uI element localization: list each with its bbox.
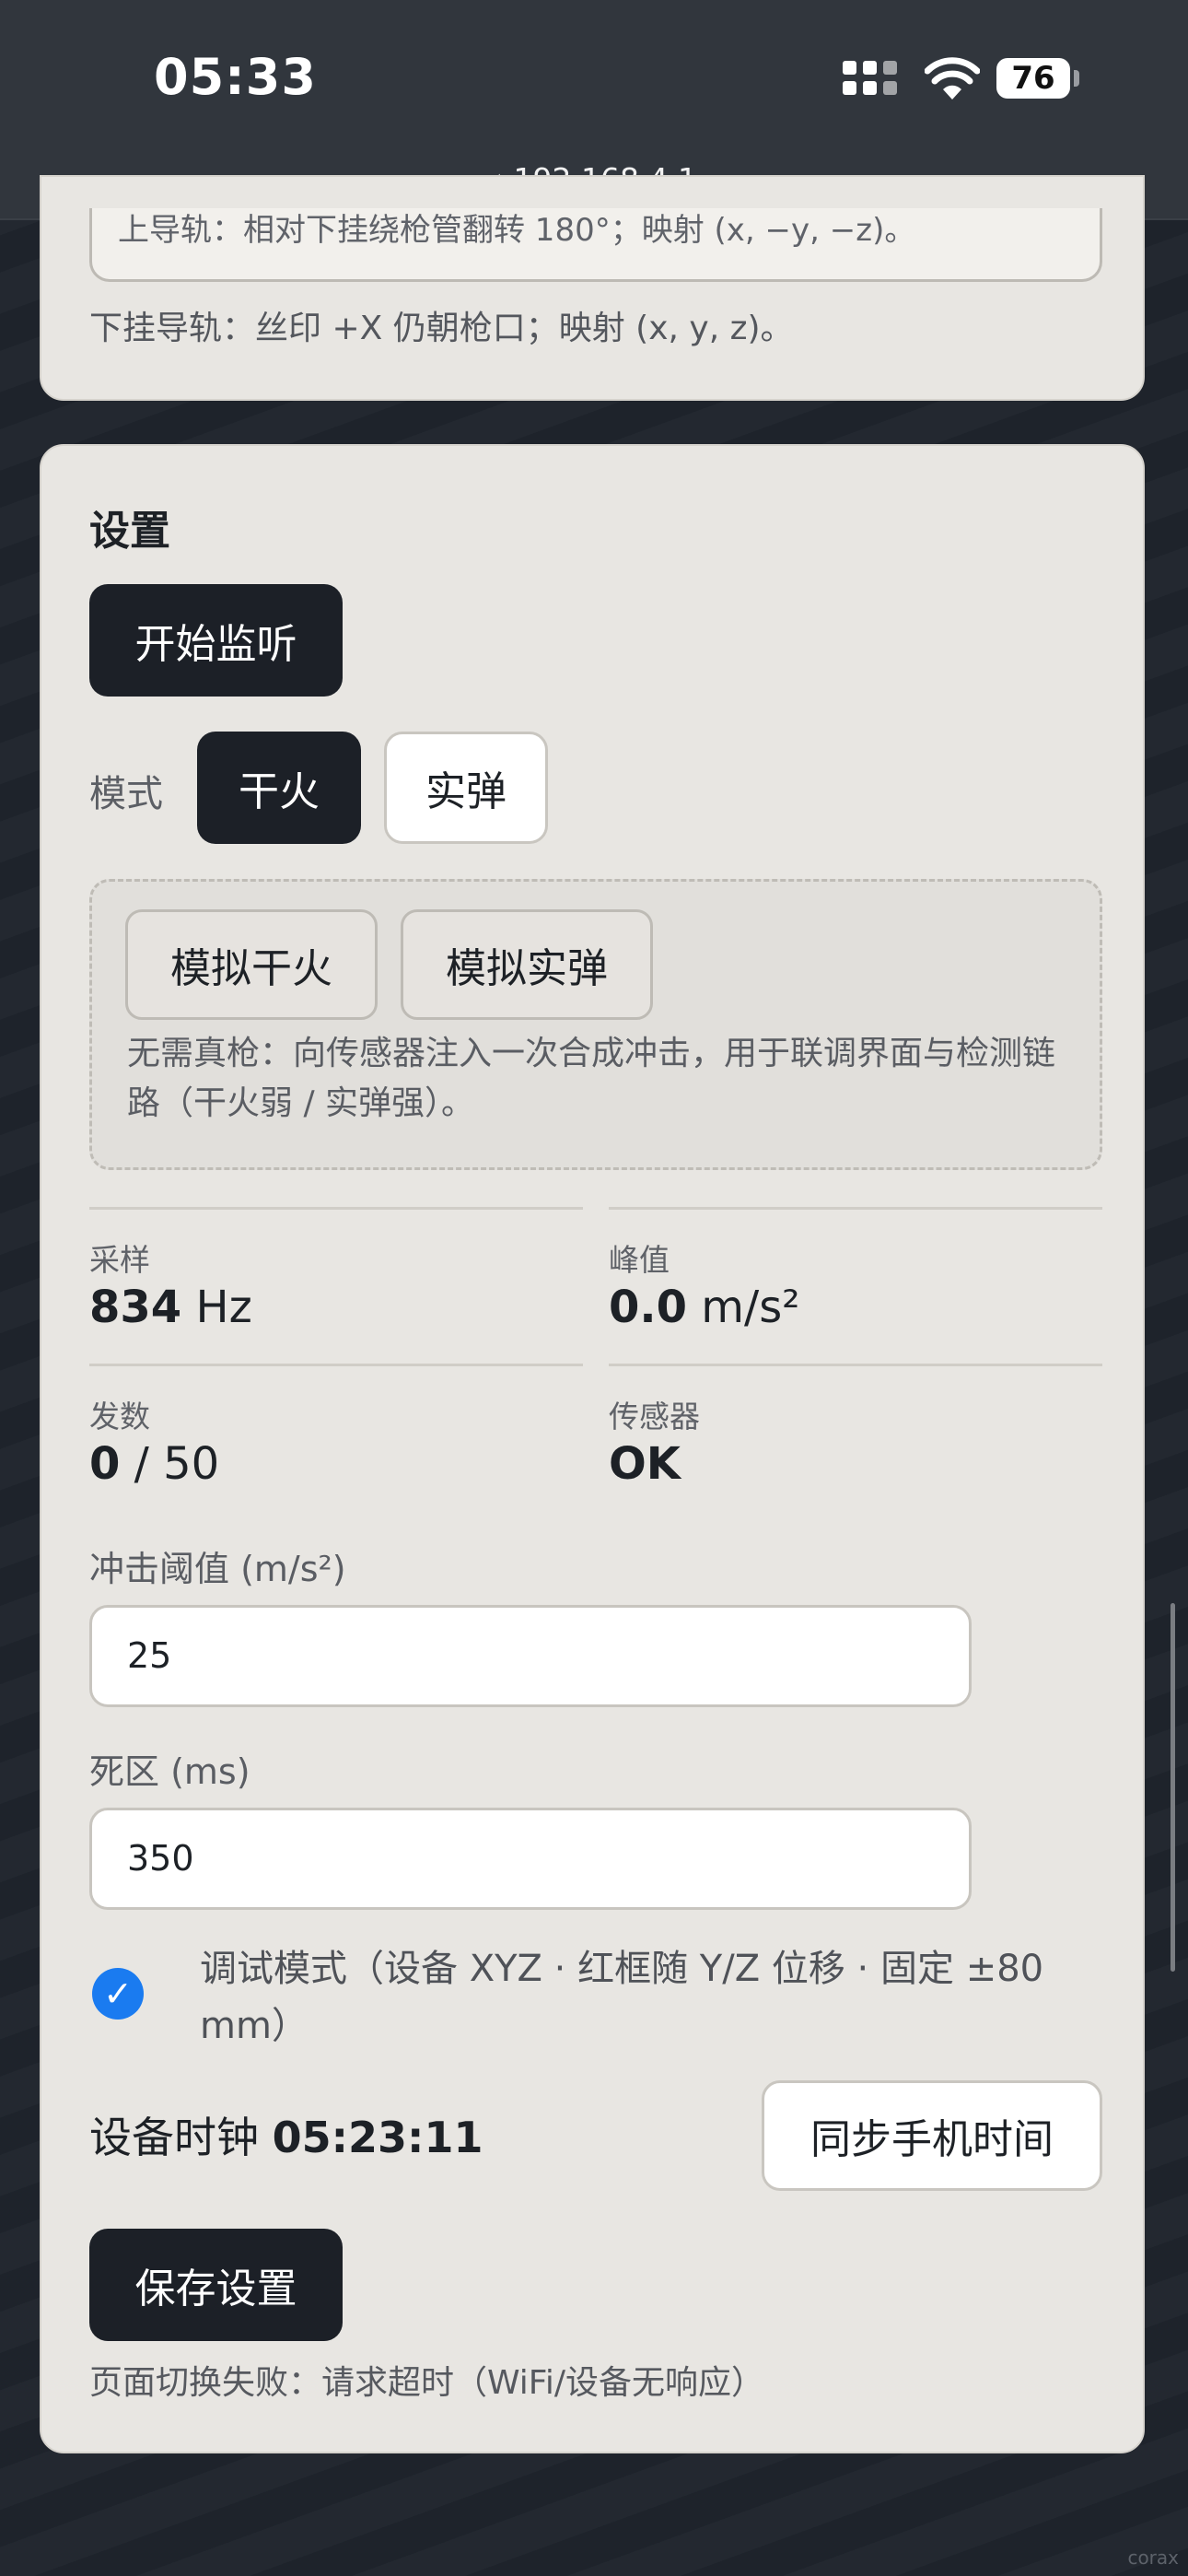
battery-cap bbox=[1074, 70, 1079, 87]
threshold-label: 冲击阈值 (m/s²) bbox=[89, 1549, 346, 1589]
settings-title: 设置 bbox=[89, 508, 170, 555]
stat-label: 传感器 bbox=[609, 1399, 700, 1434]
mapping-card: 上导轨：相对下挂绕枪管翻转 180°；映射 (x, −y, −z)。 下挂导轨：… bbox=[40, 175, 1145, 401]
battery-icon: 76 bbox=[996, 58, 1070, 99]
mode-dry-fire-button[interactable]: 干火 bbox=[197, 732, 361, 844]
threshold-input[interactable]: 25 bbox=[89, 1605, 972, 1707]
debug-mode-label: 调试模式（设备 XYZ · 红框随 Y/Z 位移 · 固定 ±80 mm） bbox=[200, 1948, 1044, 2047]
stat-sample-rate: 采样 834 Hz bbox=[89, 1207, 583, 1366]
stat-label: 采样 bbox=[89, 1242, 150, 1278]
mode-label: 模式 bbox=[89, 773, 163, 815]
watermark: corax bbox=[1127, 2547, 1179, 2569]
settings-card: 设置 开始监听 模式 干火 实弹 模拟干火 模拟实弹 无需真枪：向传感器注入一次… bbox=[40, 444, 1145, 2453]
stat-value: 0 / 50 bbox=[89, 1438, 220, 1490]
save-settings-button[interactable]: 保存设置 bbox=[89, 2229, 343, 2341]
simulation-panel: 模拟干火 模拟实弹 无需真枪：向传感器注入一次合成冲击，用于联调界面与检测链路（… bbox=[89, 879, 1102, 1170]
simulate-dry-fire-button[interactable]: 模拟干火 bbox=[125, 909, 378, 1020]
debug-mode-checkbox[interactable]: ✓ bbox=[92, 1968, 144, 2020]
simulation-description: 无需真枪：向传感器注入一次合成冲击，用于联调界面与检测链路（干火弱 / 实弹强）… bbox=[127, 1035, 1056, 1122]
stat-shot-count: 发数 0 / 50 bbox=[89, 1364, 583, 1523]
simulate-live-fire-button[interactable]: 模拟实弹 bbox=[401, 909, 653, 1020]
sync-phone-time-button[interactable]: 同步手机时间 bbox=[762, 2080, 1102, 2191]
upper-rail-mapping: 上导轨：相对下挂绕枪管翻转 180°；映射 (x, −y, −z)。 bbox=[89, 208, 1102, 282]
device-clock: 设备时钟 05:23:11 bbox=[89, 2113, 483, 2162]
stat-value: 834 Hz bbox=[89, 1282, 252, 1333]
lower-rail-mapping: 下挂导轨：丝印 +X 仍朝枪口；映射 (x, y, z)。 bbox=[89, 310, 794, 347]
error-message: 页面切换失败：请求超时（WiFi/设备无响应） bbox=[89, 2364, 765, 2402]
stat-peak: 峰值 0.0 m/s² bbox=[609, 1207, 1102, 1366]
deadzone-label: 死区 (ms) bbox=[89, 1751, 250, 1792]
start-listen-button[interactable]: 开始监听 bbox=[89, 584, 343, 697]
stat-sensor: 传感器 OK bbox=[609, 1364, 1102, 1523]
stat-value: OK bbox=[609, 1438, 681, 1490]
wifi-icon bbox=[925, 57, 980, 100]
stat-label: 峰值 bbox=[609, 1242, 670, 1278]
cellular-signal-icon bbox=[843, 61, 900, 101]
mode-live-fire-button[interactable]: 实弹 bbox=[384, 732, 548, 844]
status-time: 05:33 bbox=[154, 48, 317, 106]
stat-label: 发数 bbox=[89, 1399, 150, 1434]
deadzone-input[interactable]: 350 bbox=[89, 1808, 972, 1910]
scrollbar-thumb[interactable] bbox=[1171, 1603, 1175, 1972]
stat-value: 0.0 m/s² bbox=[609, 1282, 800, 1333]
